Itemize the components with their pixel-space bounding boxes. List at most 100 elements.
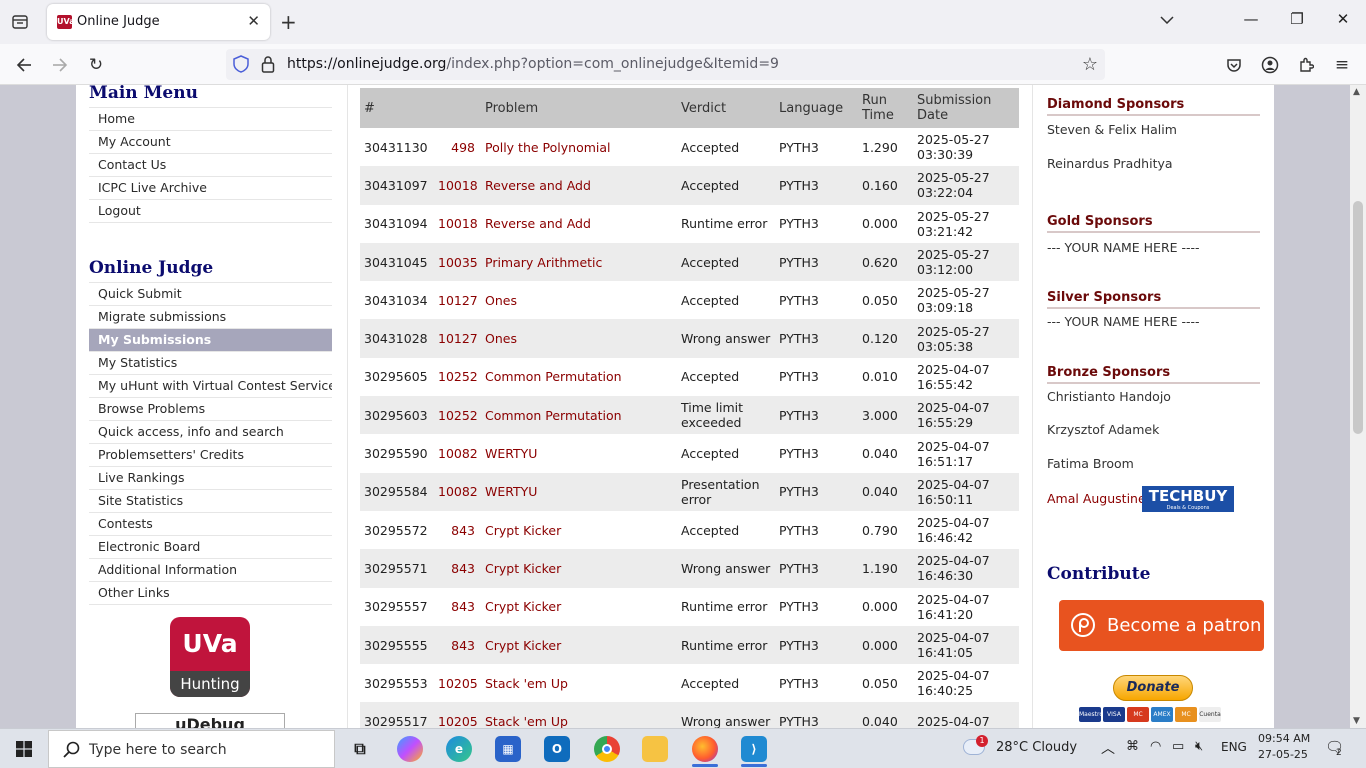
main-menu-list: Home My Account Contact Us ICPC Live Archiv…: [89, 107, 332, 223]
uva-hunting-logo[interactable]: UVa Hunting: [170, 617, 250, 697]
vscode-icon[interactable]: ⟩: [741, 736, 767, 762]
scroll-up-icon[interactable]: ▲: [1353, 87, 1360, 97]
cell-problem-name-link[interactable]: Stack 'em Up: [481, 702, 677, 728]
mastercard-icon: MC: [1175, 707, 1197, 722]
tracking-shield-icon[interactable]: [233, 55, 249, 77]
volume-icon[interactable]: 🔇︎: [1195, 739, 1203, 754]
address-bar[interactable]: https://onlinejudge.org/index.php?option…: [226, 49, 1105, 80]
cell-problem-name-link[interactable]: Crypt Kicker: [481, 587, 677, 626]
cell-problem-name-link[interactable]: Reverse and Add: [481, 204, 677, 243]
firefox-icon[interactable]: [692, 736, 718, 762]
edge-icon[interactable]: e: [446, 736, 472, 762]
cell-problem-name-link[interactable]: Common Permutation: [481, 357, 677, 397]
judge-menu-item[interactable]: Quick access, info and search: [89, 421, 332, 444]
techbuy-logo[interactable]: TECHBUY Deals & Coupons: [1142, 486, 1234, 512]
cell-verdict: Runtime error: [677, 587, 775, 626]
url-text[interactable]: https://onlinejudge.org/index.php?option…: [287, 56, 779, 72]
weather-text[interactable]: 28°C Cloudy: [996, 740, 1077, 755]
clock-time[interactable]: 09:54 AM: [1258, 732, 1310, 745]
cell-problem-name-link[interactable]: Common Permutation: [481, 396, 677, 435]
cell-problem-name-link[interactable]: Crypt Kicker: [481, 625, 677, 665]
close-tab-icon[interactable]: ✕: [247, 12, 260, 30]
reload-icon[interactable]: ↻: [85, 54, 107, 76]
battery-icon[interactable]: ▭: [1172, 739, 1184, 754]
judge-menu-item[interactable]: Problemsetters' Credits: [89, 444, 332, 467]
cell-problem-name-link[interactable]: Ones: [481, 281, 677, 320]
cell-problem-name-link[interactable]: Reverse and Add: [481, 166, 677, 205]
file-explorer-icon[interactable]: [642, 736, 668, 762]
outlook-icon[interactable]: O: [544, 736, 570, 762]
weather-badge: 1: [976, 735, 988, 747]
close-window-icon[interactable]: ✕: [1333, 10, 1353, 28]
udebug-logo[interactable]: uDebug: [135, 713, 285, 728]
extensions-icon[interactable]: [1295, 54, 1317, 76]
forward-arrow-icon[interactable]: [49, 54, 71, 76]
wifi-icon[interactable]: ◠: [1150, 739, 1161, 754]
lock-icon[interactable]: [261, 55, 275, 77]
judge-menu-item[interactable]: Quick Submit: [89, 283, 332, 306]
judge-menu-item[interactable]: Electronic Board: [89, 536, 332, 559]
table-row: 30295590 10082 WERTYU Accepted PYTH3 0.040 202…: [360, 434, 1019, 473]
main-menu-item[interactable]: My Account: [89, 131, 332, 154]
cell-problem-name-link[interactable]: Polly the Polynomial: [481, 128, 677, 167]
judge-menu-item[interactable]: Contests: [89, 513, 332, 536]
scrollbar-thumb[interactable]: [1353, 201, 1363, 434]
judge-menu-item[interactable]: My uHunt with Virtual Contest Service: [89, 375, 332, 398]
cell-problem-number: 843: [434, 510, 481, 550]
cell-problem-name-link[interactable]: Primary Arithmetic: [481, 242, 677, 282]
table-row: 30295553 10205 Stack 'em Up Accepted PYTH3 0.…: [360, 664, 1019, 703]
copilot-icon[interactable]: [397, 736, 423, 762]
cell-problem-name-link[interactable]: Crypt Kicker: [481, 549, 677, 588]
taskbar-search-box[interactable]: Type here to search: [48, 730, 335, 768]
tab-list-icon[interactable]: [8, 11, 32, 33]
hamburger-menu-icon[interactable]: ≡: [1331, 54, 1353, 76]
judge-menu-item[interactable]: Browse Problems: [89, 398, 332, 421]
scroll-down-icon[interactable]: ▼: [1353, 716, 1360, 726]
judge-menu-item[interactable]: Migrate submissions: [89, 306, 332, 329]
back-arrow-icon[interactable]: [13, 54, 35, 76]
cell-verdict: Runtime error: [677, 204, 775, 243]
pocket-icon[interactable]: [1223, 54, 1245, 76]
clock-date[interactable]: 27-05-25: [1258, 748, 1308, 761]
patreon-icon: [1071, 613, 1095, 637]
main-menu-item[interactable]: Logout: [89, 200, 332, 223]
judge-menu-item[interactable]: Live Rankings: [89, 467, 332, 490]
cell-problem-name-link[interactable]: Crypt Kicker: [481, 510, 677, 550]
judge-menu-item[interactable]: Other Links: [89, 582, 332, 605]
cell-problem-name-link[interactable]: WERTYU: [481, 472, 677, 511]
cell-problem-name-link[interactable]: WERTYU: [481, 434, 677, 473]
judge-menu-item[interactable]: My Submissions: [89, 329, 332, 352]
restore-icon[interactable]: ❐: [1287, 10, 1307, 28]
main-menu-item[interactable]: ICPC Live Archive: [89, 177, 332, 200]
meet-now-icon[interactable]: ⌘: [1126, 739, 1139, 754]
judge-menu-item[interactable]: Site Statistics: [89, 490, 332, 513]
main-menu-item[interactable]: Contact Us: [89, 154, 332, 177]
cell-submission-id: 30295572: [360, 510, 434, 550]
minimize-icon[interactable]: —: [1241, 10, 1261, 28]
chevron-down-icon[interactable]: [1160, 13, 1174, 28]
tray-chevron-up-icon[interactable]: ︿: [1101, 738, 1115, 758]
active-app-indicator: [692, 764, 718, 767]
cell-submission-date: 2025-05-27 03:30:39: [913, 128, 1019, 167]
main-menu-item[interactable]: Home: [89, 108, 332, 131]
cell-runtime: 0.050: [858, 664, 913, 703]
page-scrollbar[interactable]: ▲ ▼: [1350, 85, 1366, 728]
store-icon[interactable]: ▦: [495, 736, 521, 762]
cell-problem-name-link[interactable]: Stack 'em Up: [481, 664, 677, 703]
chrome-icon[interactable]: [594, 736, 620, 762]
browser-tab[interactable]: UVa Online Judge ✕: [47, 4, 270, 40]
judge-menu-item[interactable]: Additional Information: [89, 559, 332, 582]
cell-problem-name-link[interactable]: Ones: [481, 319, 677, 358]
language-indicator[interactable]: ENG: [1221, 740, 1247, 754]
judge-menu-item[interactable]: My Statistics: [89, 352, 332, 375]
sponsor-link[interactable]: Amal Augustine: [1047, 491, 1146, 506]
cell-submission-id: 30431130: [360, 128, 434, 167]
new-tab-icon[interactable]: +: [280, 10, 297, 34]
account-icon[interactable]: [1259, 54, 1281, 76]
windows-start-icon[interactable]: [16, 741, 32, 757]
bookmark-star-icon[interactable]: ☆: [1082, 54, 1098, 75]
techbuy-logo-subtext: Deals & Coupons: [1166, 505, 1210, 511]
task-view-icon[interactable]: ⧉: [347, 736, 373, 762]
donate-button[interactable]: Donate: [1113, 675, 1193, 701]
become-patron-button[interactable]: Become a patron: [1059, 600, 1264, 651]
